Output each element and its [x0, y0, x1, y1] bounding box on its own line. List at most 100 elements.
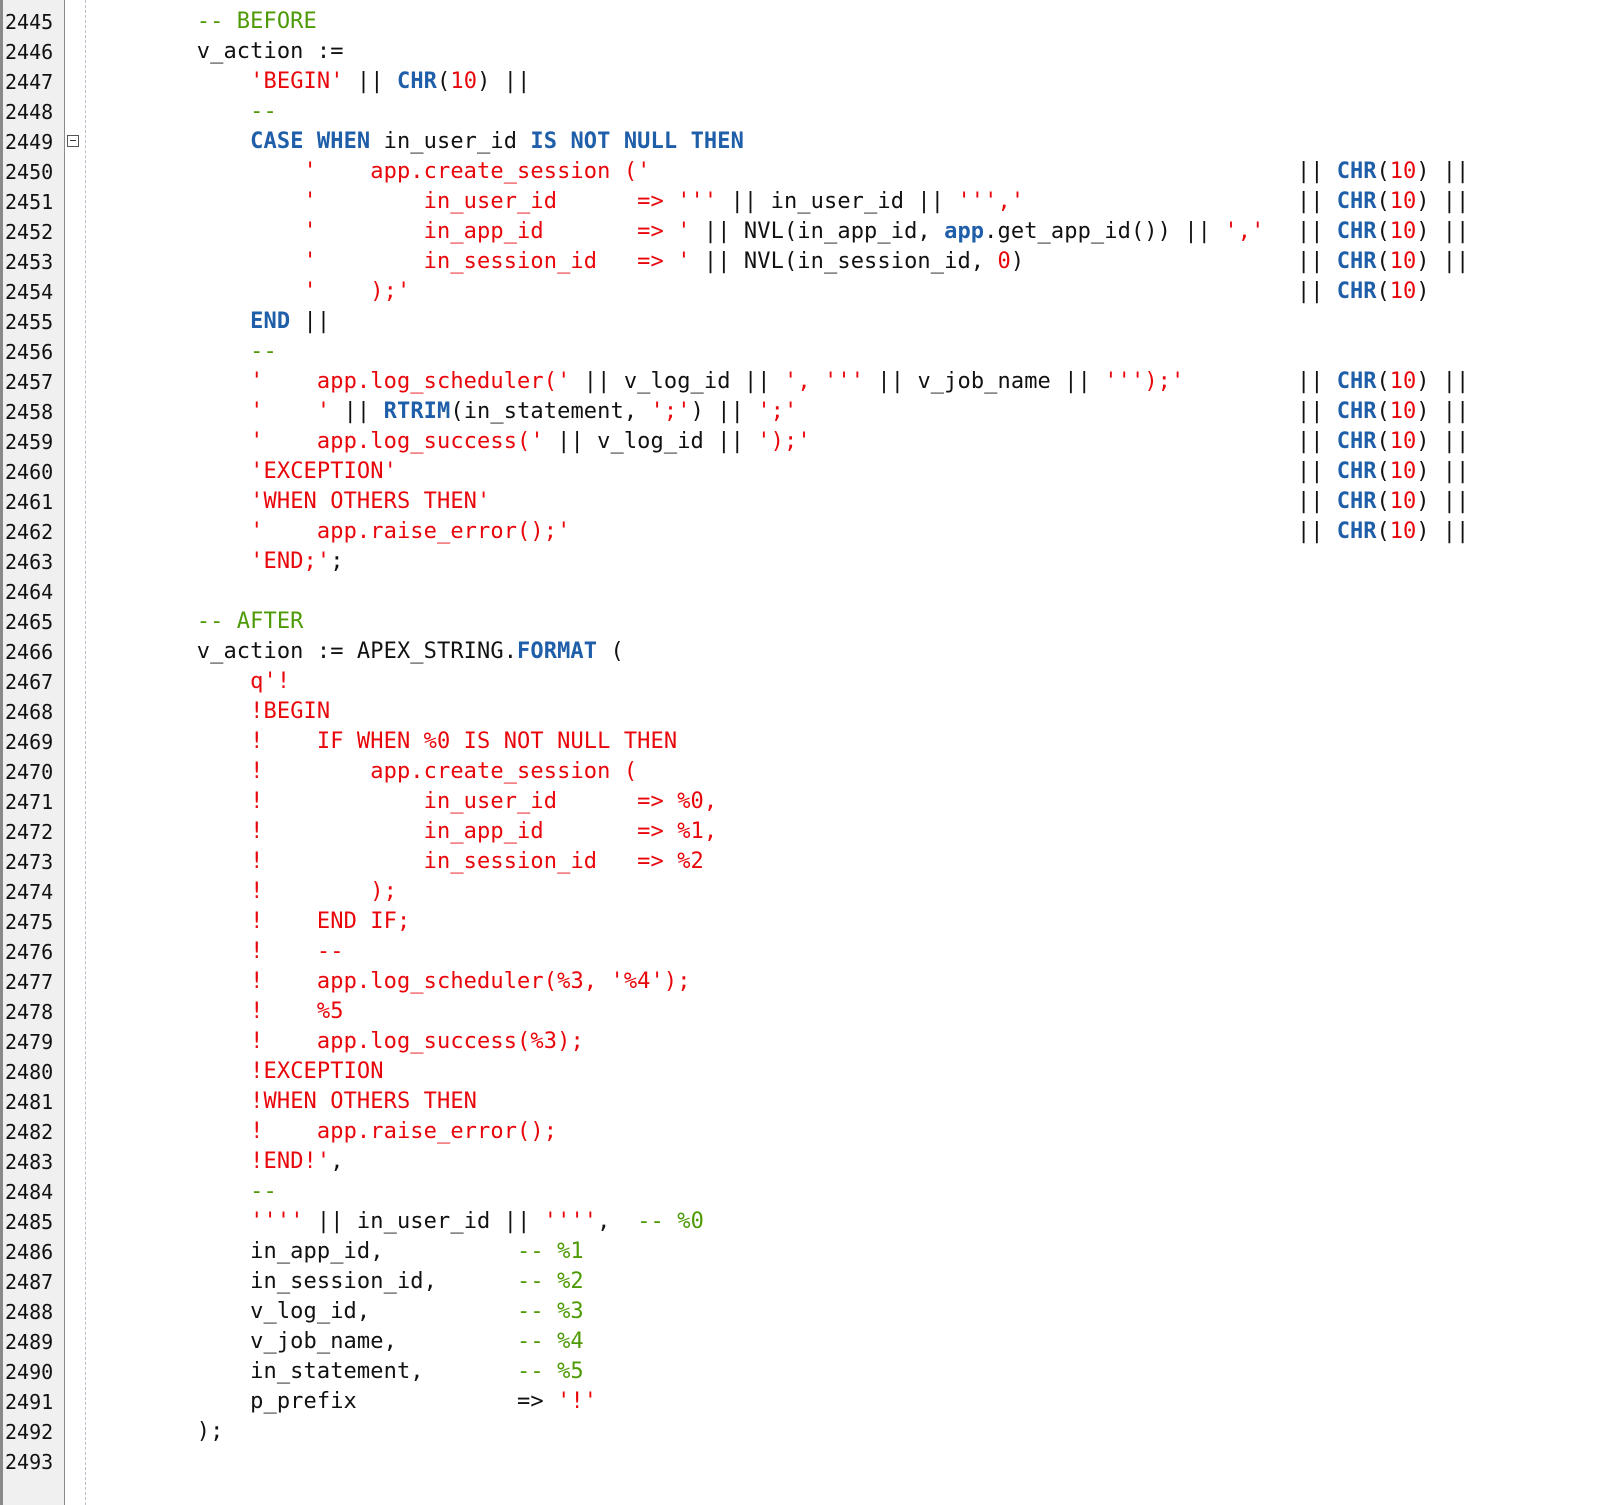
code-line[interactable]: 2485 '''' || in_user_id || '''', -- %0 — [0, 1207, 1600, 1237]
code-token: ' app.create_session (' — [303, 159, 651, 184]
code-line[interactable]: 2455 END || — [0, 307, 1600, 337]
line-number: 2458 — [5, 400, 54, 424]
code-line[interactable]: 2479 ! app.log_success(%3); — [0, 1027, 1600, 1057]
code-text: in_session_id, -- %2 — [90, 1267, 584, 1297]
code-token: ! app.log_scheduler(%3, '%4'); — [250, 969, 691, 994]
code-line[interactable]: 2474 ! ); — [0, 877, 1600, 907]
code-token: ) — [1416, 489, 1430, 514]
code-line[interactable]: 2472 ! in_app_id => %1, — [0, 817, 1600, 847]
code-line[interactable]: 2465 -- AFTER — [0, 607, 1600, 637]
code-text: ! %5 — [90, 997, 344, 1027]
code-token: -- %3 — [517, 1299, 584, 1324]
code-token: 0 — [997, 249, 1011, 274]
code-line[interactable]: 2490 in_statement, -- %5 — [0, 1357, 1600, 1387]
code-line[interactable]: 2464 — [0, 577, 1600, 607]
code-token: '''' — [250, 1209, 304, 1234]
code-line[interactable]: 2458 ' ' || RTRIM(in_statement, ';') || … — [0, 397, 1600, 427]
chr-concat: || CHR(10) || — [1297, 427, 1469, 457]
code-token: || — [1297, 459, 1337, 484]
code-line[interactable]: 2470 ! app.create_session ( — [0, 757, 1600, 787]
code-token: ( — [1376, 189, 1390, 214]
line-number: 2446 — [5, 40, 54, 64]
code-line[interactable]: 2471 ! in_user_id => %0, — [0, 787, 1600, 817]
code-text: in_statement, -- %5 — [90, 1357, 584, 1387]
code-line[interactable]: 2449 CASE WHEN in_user_id IS NOT NULL TH… — [0, 127, 1600, 157]
code-line[interactable]: 2493 — [0, 1447, 1600, 1477]
code-token: || — [1429, 489, 1470, 514]
code-line[interactable]: 2492 ); — [0, 1417, 1600, 1447]
code-line[interactable]: 2468 !BEGIN — [0, 697, 1600, 727]
code-line[interactable]: 2477 ! app.log_scheduler(%3, '%4'); — [0, 967, 1600, 997]
code-token: -- — [250, 1179, 277, 1204]
code-line[interactable]: 2487 in_session_id, -- %2 — [0, 1267, 1600, 1297]
code-text: ! IF WHEN %0 IS NOT NULL THEN — [90, 727, 677, 757]
code-text: p_prefix => '!' — [90, 1387, 597, 1417]
code-line[interactable]: 2448 -- — [0, 97, 1600, 127]
code-text: ! app.log_scheduler(%3, '%4'); — [90, 967, 691, 997]
code-line[interactable]: 2459 ' app.log_success(' || v_log_id || … — [0, 427, 1600, 457]
code-line[interactable]: 2450 ' app.create_session (' || CHR(10) |… — [0, 157, 1600, 187]
code-line[interactable]: 2456 -- — [0, 337, 1600, 367]
code-line[interactable]: 2457 ' app.log_scheduler(' || v_log_id |… — [0, 367, 1600, 397]
code-token: CHR — [1336, 459, 1377, 484]
code-line[interactable]: 2462 ' app.raise_error();' || CHR(10) || — [0, 517, 1600, 547]
minus-box-icon[interactable] — [67, 135, 79, 147]
code-token: ! IF WHEN %0 IS NOT NULL THEN — [250, 729, 678, 754]
code-token: -- — [250, 99, 277, 124]
code-line[interactable]: 2475 ! END IF; — [0, 907, 1600, 937]
code-token: ); — [90, 1419, 224, 1444]
code-line[interactable]: 2482 ! app.raise_error(); — [0, 1117, 1600, 1147]
code-line[interactable]: 2452 ' in_app_id => ' || NVL(in_app_id, … — [0, 217, 1600, 247]
code-line[interactable]: 2476 ! -- — [0, 937, 1600, 967]
code-area[interactable]: 2445 -- BEFORE 2446 v_action := 2447 'BEGI… — [0, 7, 1600, 1477]
code-line[interactable]: 2467 q'! — [0, 667, 1600, 697]
code-token: (in_statement, — [450, 399, 651, 424]
code-line[interactable]: 2447 'BEGIN' || CHR(10) || — [0, 67, 1600, 97]
code-token: ' app.log_scheduler(' — [250, 369, 571, 394]
code-token: ' );' — [303, 279, 411, 304]
code-line[interactable]: 2478 ! %5 — [0, 997, 1600, 1027]
code-token: , — [330, 1149, 344, 1174]
code-line[interactable]: 2473 ! in_session_id => %2 — [0, 847, 1600, 877]
code-line[interactable]: 2483 !END!', — [0, 1147, 1600, 1177]
line-number: 2476 — [5, 940, 54, 964]
line-number: 2455 — [5, 310, 54, 334]
code-token: 10 — [1389, 459, 1417, 484]
code-line[interactable]: 2484 -- — [0, 1177, 1600, 1207]
code-token: -- — [250, 339, 277, 364]
code-line[interactable]: 2486 in_app_id, -- %1 — [0, 1237, 1600, 1267]
line-number: 2461 — [5, 490, 54, 514]
code-token: ! ); — [250, 879, 397, 904]
code-token: 'BEGIN' — [250, 69, 344, 94]
code-token: 10 — [1389, 519, 1417, 544]
code-token: || — [1429, 159, 1470, 184]
code-line[interactable]: 2445 -- BEFORE — [0, 7, 1600, 37]
code-line[interactable]: 2489 v_job_name, -- %4 — [0, 1327, 1600, 1357]
code-token: || — [1297, 219, 1337, 244]
code-token: ( — [1376, 159, 1390, 184]
code-editor[interactable]: 2445 -- BEFORE 2446 v_action := 2447 'BEGI… — [0, 0, 1600, 1505]
code-token: !END!' — [250, 1149, 331, 1174]
code-line[interactable]: 2460 'EXCEPTION' || CHR(10) || — [0, 457, 1600, 487]
code-token: ' app.raise_error();' — [250, 519, 571, 544]
code-line[interactable]: 2451 ' in_user_id => ''' || in_user_id |… — [0, 187, 1600, 217]
code-line[interactable]: 2463 'END;'; — [0, 547, 1600, 577]
code-line[interactable]: 2481 !WHEN OTHERS THEN — [0, 1087, 1600, 1117]
code-line[interactable]: 2461 'WHEN OTHERS THEN' || CHR(10) || — [0, 487, 1600, 517]
code-line[interactable]: 2453 ' in_session_id => ' || NVL(in_sess… — [0, 247, 1600, 277]
code-line[interactable]: 2488 v_log_id, -- %3 — [0, 1297, 1600, 1327]
code-line[interactable]: 2480 !EXCEPTION — [0, 1057, 1600, 1087]
code-line[interactable]: 2491 p_prefix => '!' — [0, 1387, 1600, 1417]
code-line[interactable]: 2446 v_action := — [0, 37, 1600, 67]
code-text: v_job_name, -- %4 — [90, 1327, 584, 1357]
code-line[interactable]: 2454 ' );' || CHR(10) — [0, 277, 1600, 307]
code-line[interactable]: 2469 ! IF WHEN %0 IS NOT NULL THEN — [0, 727, 1600, 757]
code-line[interactable]: 2466 v_action := APEX_STRING.FORMAT ( — [0, 637, 1600, 667]
line-number: 2470 — [5, 760, 54, 784]
